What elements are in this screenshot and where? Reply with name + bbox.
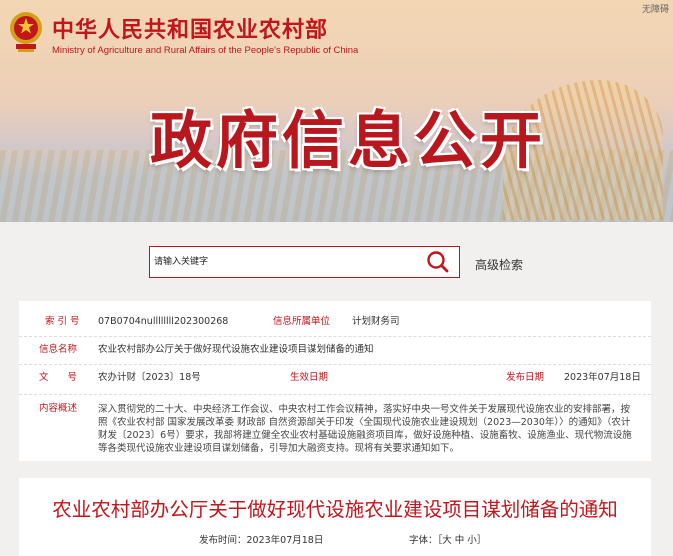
font-size-selector[interactable]: 字体：［大 中 小］ (409, 532, 486, 546)
article-title: 农业农村部办公厅关于做好现代设施农业建设项目谋划储备的通知 (52, 498, 618, 521)
accessibility-link[interactable]: 无障碍 (642, 2, 669, 15)
release-date-label: 发布日期 (506, 372, 545, 383)
publisher-label: 信息所属单位 (273, 316, 331, 327)
header-banner: 中华人民共和国农业农村部 Ministry of Agriculture and… (0, 0, 673, 222)
summary-value: 深入贯彻党的二十大、中央经济工作会议、中央农村工作会议精神，落实好中央一号文件关… (98, 404, 632, 454)
ministry-name-cn[interactable]: 中华人民共和国农业农村部 (52, 12, 328, 44)
page-banner-title: 政府信息公开 (150, 104, 547, 177)
docno-value: 农办计财〔2023〕18号 (98, 372, 201, 383)
search-input[interactable] (150, 247, 423, 277)
index-label: 索 引 号 (45, 316, 80, 327)
search-box (149, 246, 460, 278)
name-label: 信息名称 (39, 344, 78, 355)
article-publish-date: 发布时间：2023年07月18日 (199, 535, 324, 546)
release-date-value: 2023年07月18日 (564, 372, 641, 383)
effective-date-label: 生效日期 (290, 372, 329, 383)
document-info-panel: 索 引 号 07B0704nullllllll202300268 信息所属单位 … (19, 301, 651, 461)
name-value: 农业农村部办公厅关于做好现代设施农业建设项目谋划储备的通知 (98, 344, 374, 355)
advanced-search-link[interactable]: 高级检索 (475, 256, 523, 273)
article-header: 农业农村部办公厅关于做好现代设施农业建设项目谋划储备的通知 发布时间：2023年… (19, 478, 651, 556)
index-value: 07B0704nullllllll202300268 (98, 316, 229, 327)
summary-label: 内容概述 (39, 403, 78, 414)
divider (19, 394, 651, 395)
national-emblem-icon (10, 12, 42, 52)
docno-label: 文 号 (39, 372, 78, 383)
publisher-value: 计划财务司 (352, 316, 400, 327)
search-icon[interactable] (425, 250, 451, 274)
ministry-name-en: Ministry of Agriculture and Rural Affair… (52, 45, 359, 56)
